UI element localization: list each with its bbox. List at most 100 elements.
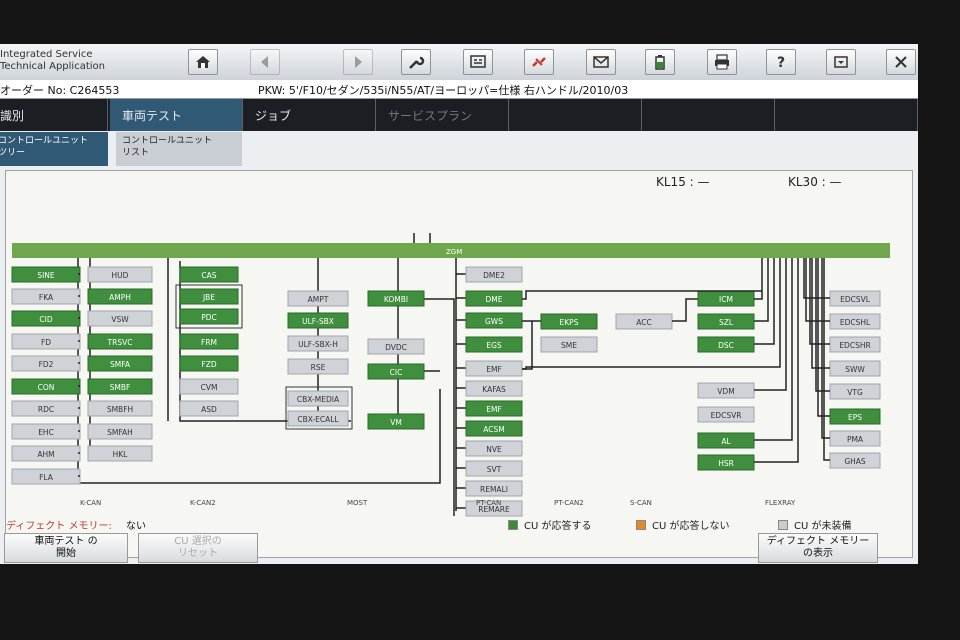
ecu-dsc[interactable]: DSC: [697, 336, 755, 353]
ecu-amph[interactable]: AMPH: [87, 288, 153, 305]
ecu-nve[interactable]: NVE: [465, 440, 523, 457]
ecu-ghas[interactable]: GHAS: [829, 452, 881, 469]
ecu-hud[interactable]: HUD: [87, 266, 153, 283]
back-icon[interactable]: [250, 49, 280, 75]
ecu-frm[interactable]: FRM: [179, 333, 239, 350]
print-icon[interactable]: [707, 49, 737, 75]
ecu-hkl[interactable]: HKL: [87, 445, 153, 462]
ecu-kombi[interactable]: KOMBI: [367, 290, 425, 307]
ecu-emf[interactable]: EMF: [465, 400, 523, 417]
ecu-edcshl[interactable]: EDCSHL: [829, 313, 881, 330]
ecu-hsr[interactable]: HSR: [697, 454, 755, 471]
svg-text:EPS: EPS: [848, 413, 862, 422]
ecu-jbe[interactable]: JBE: [179, 288, 239, 305]
ecu-al[interactable]: AL: [697, 432, 755, 449]
ecu-vsw[interactable]: VSW: [87, 310, 153, 327]
ecu-cic[interactable]: CIC: [367, 363, 425, 380]
ecu-vm[interactable]: VM: [367, 413, 425, 430]
ecu-edcshr[interactable]: EDCSHR: [829, 336, 881, 353]
ecu-fka[interactable]: FKA: [11, 288, 81, 305]
ecu-rse[interactable]: RSE: [287, 358, 349, 375]
ecu-con[interactable]: CON: [11, 378, 81, 395]
ecu-sww[interactable]: SWW: [829, 360, 881, 377]
tab-jobs[interactable]: ジョブ: [243, 99, 376, 131]
svg-text:FKA: FKA: [39, 293, 54, 302]
ecu-cid[interactable]: CID: [11, 310, 81, 327]
home-icon[interactable]: [188, 49, 218, 75]
ecu-ekps[interactable]: EKPS: [540, 313, 598, 330]
ecu-vtg[interactable]: VTG: [829, 383, 881, 400]
ecu-edcsvr[interactable]: EDCSVR: [697, 406, 755, 423]
ecu-trsvc[interactable]: TRSVC: [87, 333, 153, 350]
ecu-fzd[interactable]: FZD: [179, 355, 239, 372]
svg-text:DSC: DSC: [718, 341, 734, 350]
start-vehicle-test-button[interactable]: 車両テスト の開始: [4, 533, 128, 563]
subtab-cu-list[interactable]: コントロールユニット リスト: [116, 132, 242, 166]
svg-text:ULF-SBX-H: ULF-SBX-H: [298, 340, 338, 349]
ecu-cbx-ecall[interactable]: CBX-ECALL: [287, 410, 349, 427]
ecu-cvm[interactable]: CVM: [179, 378, 239, 395]
ecu-dvdc[interactable]: DVDC: [367, 338, 425, 355]
wrench-icon[interactable]: [401, 49, 431, 75]
ecu-dme2[interactable]: DME2: [465, 266, 523, 283]
bus-line: [754, 258, 763, 300]
bus-label-most: MOST: [347, 499, 368, 507]
ecu-vdm[interactable]: VDM: [697, 382, 755, 399]
connection-icon[interactable]: [524, 49, 554, 75]
ecu-szl[interactable]: SZL: [697, 313, 755, 330]
ecu-smfa[interactable]: SMFA: [87, 355, 153, 372]
ecu-pma[interactable]: PMA: [829, 430, 881, 447]
subtab-cu-tree[interactable]: コントロールユニット ツリー: [0, 132, 108, 166]
ecu-ehc[interactable]: EHC: [11, 423, 81, 440]
ecu-svt[interactable]: SVT: [465, 460, 523, 477]
ecu-kafas[interactable]: KAFAS: [465, 380, 523, 397]
ecu-acsm[interactable]: ACSM: [465, 420, 523, 437]
ecu-remali[interactable]: REMALI: [465, 480, 523, 497]
ecu-ahm[interactable]: AHM: [11, 445, 81, 462]
ecu-ulf-sbx-h[interactable]: ULF-SBX-H: [287, 335, 349, 352]
mail-icon[interactable]: [586, 49, 616, 75]
ecu-sme[interactable]: SME: [540, 336, 598, 353]
ecu-rdc[interactable]: RDC: [11, 400, 81, 417]
ecu-emf[interactable]: EMF: [465, 360, 523, 377]
ecu-smbfh[interactable]: SMBFH: [87, 400, 153, 417]
subtab-cu-list-l1: コントロールユニット: [122, 136, 213, 146]
ecu-ampt[interactable]: AMPT: [287, 290, 349, 307]
help-icon[interactable]: ?: [766, 49, 796, 75]
subtab-cu-list-l2: リスト: [122, 148, 150, 158]
ecu-ulf-sbx[interactable]: ULF-SBX: [287, 312, 349, 329]
ecu-cas[interactable]: CAS: [179, 266, 239, 283]
minimize-icon[interactable]: [826, 49, 856, 75]
ecu-acc[interactable]: ACC: [615, 313, 673, 330]
close-icon[interactable]: [886, 49, 916, 75]
legend-responds: CU が応答する: [508, 517, 591, 532]
ecu-dme[interactable]: DME: [465, 290, 523, 307]
forward-icon[interactable]: [343, 49, 373, 75]
reset-selection-button[interactable]: CU 選択の リセット: [138, 533, 258, 563]
ecu-asd[interactable]: ASD: [179, 400, 239, 417]
ecu-fd[interactable]: FD: [11, 333, 81, 350]
ecu-sine[interactable]: SINE: [11, 266, 81, 283]
ecu-smfah[interactable]: SMFAH: [87, 423, 153, 440]
svg-text:GHAS: GHAS: [844, 457, 866, 466]
ecu-cbx-media[interactable]: CBX-MEDIA: [287, 390, 349, 407]
ecu-eps[interactable]: EPS: [829, 408, 881, 425]
svg-text:SME: SME: [561, 341, 577, 350]
ecu-edcsvl[interactable]: EDCSVL: [829, 290, 881, 307]
tab-identification[interactable]: 識別: [0, 99, 108, 131]
ecu-icm[interactable]: ICM: [697, 290, 755, 307]
bus-line: [803, 258, 830, 299]
show-fault-memory-button[interactable]: ディフェクト メモリー の表示: [758, 533, 878, 563]
ecu-gws[interactable]: GWS: [465, 312, 523, 329]
battery-icon[interactable]: [645, 49, 675, 75]
tab-vehicle-test[interactable]: 車両テスト: [110, 99, 243, 131]
ecu-pdc[interactable]: PDC: [179, 308, 239, 325]
ecu-fd2[interactable]: FD2: [11, 355, 81, 372]
tab-service-plan[interactable]: サービスプラン: [376, 99, 509, 131]
ecu-fla[interactable]: FLA: [11, 468, 81, 485]
toolbar: Integrated Service Technical Application…: [0, 44, 918, 80]
diagnosis-icon[interactable]: [463, 49, 493, 75]
bus-line: [754, 258, 775, 345]
ecu-smbf[interactable]: SMBF: [87, 378, 153, 395]
ecu-egs[interactable]: EGS: [465, 336, 523, 353]
